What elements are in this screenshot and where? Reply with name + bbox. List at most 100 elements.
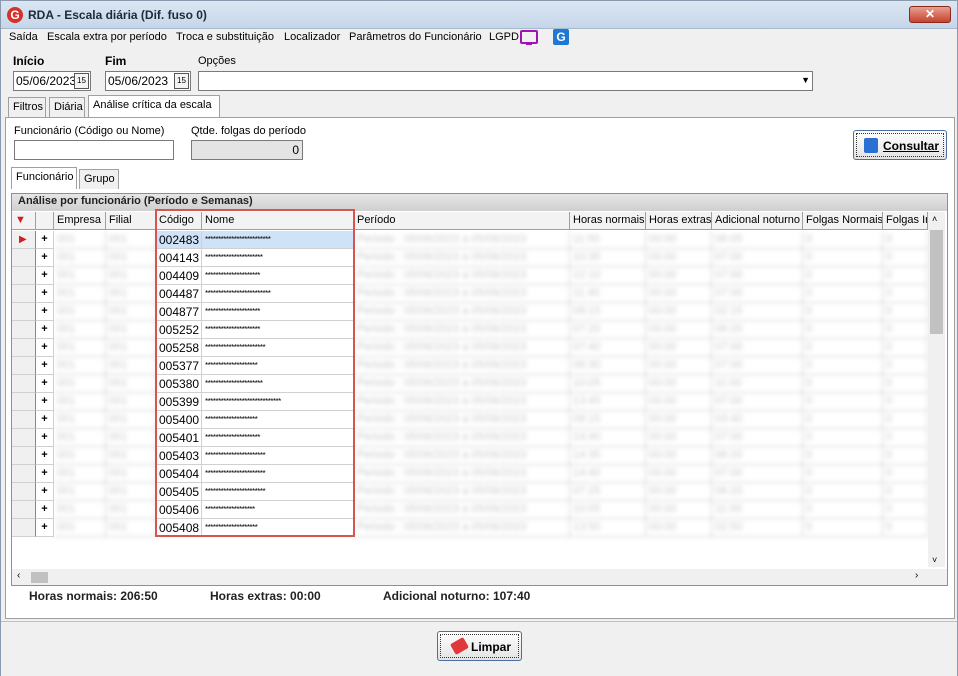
chevron-down-icon[interactable]: ▼ [801, 75, 810, 85]
row-selector[interactable] [12, 519, 36, 537]
close-button[interactable]: ✕ [909, 6, 951, 23]
cell-periodo: Periodo : 05/06/2023 a 05/06/2023 [354, 519, 570, 537]
row-selector[interactable] [12, 375, 36, 393]
cell-adicional-noturno: 06:20 [712, 483, 803, 501]
menu-lgpd[interactable]: LGPD [489, 31, 519, 43]
expand-button[interactable]: + [36, 375, 54, 393]
col-adicional-noturno[interactable]: Adicional noturno [712, 212, 803, 230]
menu-troca-substituicao[interactable]: Troca e substituição [176, 31, 274, 43]
sort-arrow-icon[interactable]: ▼ [12, 212, 36, 230]
menu-saida[interactable]: Saída [9, 31, 38, 43]
cell-adicional-noturno: 07:00 [712, 429, 803, 447]
cell-folgas-normais: 0 [803, 411, 883, 429]
expand-button[interactable]: + [36, 285, 54, 303]
cell-codigo: 004487 [156, 285, 202, 303]
col-horas-normais[interactable]: Horas normais [570, 212, 646, 230]
chevron-left-icon[interactable]: ‹ [17, 570, 20, 581]
row-selector[interactable] [12, 357, 36, 375]
expand-button[interactable]: + [36, 447, 54, 465]
g-app-icon[interactable]: G [553, 29, 569, 45]
chevron-down-icon[interactable]: ˅ [932, 555, 937, 565]
expand-button[interactable]: + [36, 339, 54, 357]
cell-folgas-normais: 0 [803, 339, 883, 357]
cell-horas-normais: 13:45 [570, 393, 646, 411]
monitor-icon[interactable] [520, 30, 538, 45]
fim-date-field[interactable]: 05/06/2023 15 [105, 71, 191, 91]
col-folgas-ir[interactable]: Folgas Ir [883, 212, 928, 230]
row-selector[interactable] [12, 483, 36, 501]
cell-filial: 001 [106, 303, 156, 321]
row-selector[interactable]: ▶ [12, 231, 36, 249]
menu-localizador[interactable]: Localizador [284, 31, 340, 43]
row-selector[interactable] [12, 339, 36, 357]
row-selector[interactable] [12, 411, 36, 429]
col-codigo[interactable]: Código [156, 212, 202, 230]
vertical-scroll-thumb[interactable] [930, 230, 943, 334]
cell-filial: 001 [106, 321, 156, 339]
col-periodo[interactable]: Período [354, 212, 570, 230]
expand-button[interactable]: + [36, 501, 54, 519]
vertical-scrollbar[interactable]: ˄ ˅ [928, 212, 945, 567]
expand-button[interactable]: + [36, 393, 54, 411]
expand-button[interactable]: + [36, 465, 54, 483]
tab-diaria[interactable]: Diária [49, 97, 85, 117]
cell-adicional-noturno: 07:00 [712, 285, 803, 303]
cell-nome: *********************** [202, 465, 354, 483]
row-selector[interactable] [12, 447, 36, 465]
cell-folgas-ir: 0 [883, 393, 928, 411]
row-selector[interactable] [12, 465, 36, 483]
expand-button[interactable]: + [36, 303, 54, 321]
col-folgas-normais[interactable]: Folgas Normais [803, 212, 883, 230]
tab-filtros[interactable]: Filtros [8, 97, 46, 117]
inicio-date-field[interactable]: 05/06/2023 15 [13, 71, 91, 91]
col-nome[interactable]: Nome [202, 212, 354, 230]
expand-button[interactable]: + [36, 519, 54, 537]
cell-adicional-noturno: 07:00 [712, 465, 803, 483]
row-selector[interactable] [12, 267, 36, 285]
cell-empresa: 001 [54, 231, 106, 249]
chevron-right-icon[interactable]: › [915, 570, 918, 581]
chevron-up-icon[interactable]: ˄ [932, 214, 937, 224]
expand-button[interactable]: + [36, 483, 54, 501]
row-selector[interactable] [12, 285, 36, 303]
col-horas-extras[interactable]: Horas extras [646, 212, 712, 230]
cell-folgas-ir: 0 [883, 357, 928, 375]
menu-parametros-funcionario[interactable]: Parâmetros do Funcionário [349, 31, 482, 43]
expand-button[interactable]: + [36, 249, 54, 267]
cell-nome: ***************************** [202, 393, 354, 411]
row-selector[interactable] [12, 501, 36, 519]
row-selector[interactable] [12, 393, 36, 411]
app-logo-icon: G [7, 7, 23, 23]
subtab-funcionario[interactable]: Funcionário [11, 167, 77, 189]
tab-analise-critica[interactable]: Análise crítica da escala [88, 95, 220, 117]
row-selector[interactable] [12, 303, 36, 321]
cell-empresa: 001 [54, 483, 106, 501]
col-filial[interactable]: Filial [106, 212, 156, 230]
expand-button[interactable]: + [36, 321, 54, 339]
row-selector[interactable] [12, 321, 36, 339]
horizontal-scroll-thumb[interactable] [31, 572, 48, 583]
cell-adicional-noturno: 11:00 [712, 501, 803, 519]
calendar-icon[interactable]: 15 [174, 73, 189, 89]
consultar-button[interactable]: Consultar [853, 130, 947, 160]
col-empresa[interactable]: Empresa [54, 212, 106, 230]
row-selector[interactable] [12, 249, 36, 267]
calendar-icon[interactable]: 15 [74, 73, 89, 89]
expand-button[interactable]: + [36, 231, 54, 249]
horizontal-scrollbar[interactable]: ‹ › [12, 569, 947, 585]
opcoes-select[interactable]: ▼ [198, 71, 813, 91]
limpar-button[interactable]: Limpar [437, 631, 522, 661]
expand-button[interactable]: + [36, 267, 54, 285]
subtab-grupo[interactable]: Grupo [79, 169, 119, 189]
expand-button[interactable]: + [36, 357, 54, 375]
cell-filial: 001 [106, 267, 156, 285]
cell-folgas-ir: 0 [883, 339, 928, 357]
cell-folgas-ir: 0 [883, 321, 928, 339]
expand-button[interactable]: + [36, 429, 54, 447]
row-selector[interactable] [12, 429, 36, 447]
cell-horas-normais: 12:10 [570, 267, 646, 285]
expand-button[interactable]: + [36, 411, 54, 429]
grid-caption: Análise por funcionário (Período e Seman… [12, 194, 947, 211]
menu-escala-extra[interactable]: Escala extra por período [47, 31, 167, 43]
funcionario-input[interactable] [14, 140, 174, 160]
